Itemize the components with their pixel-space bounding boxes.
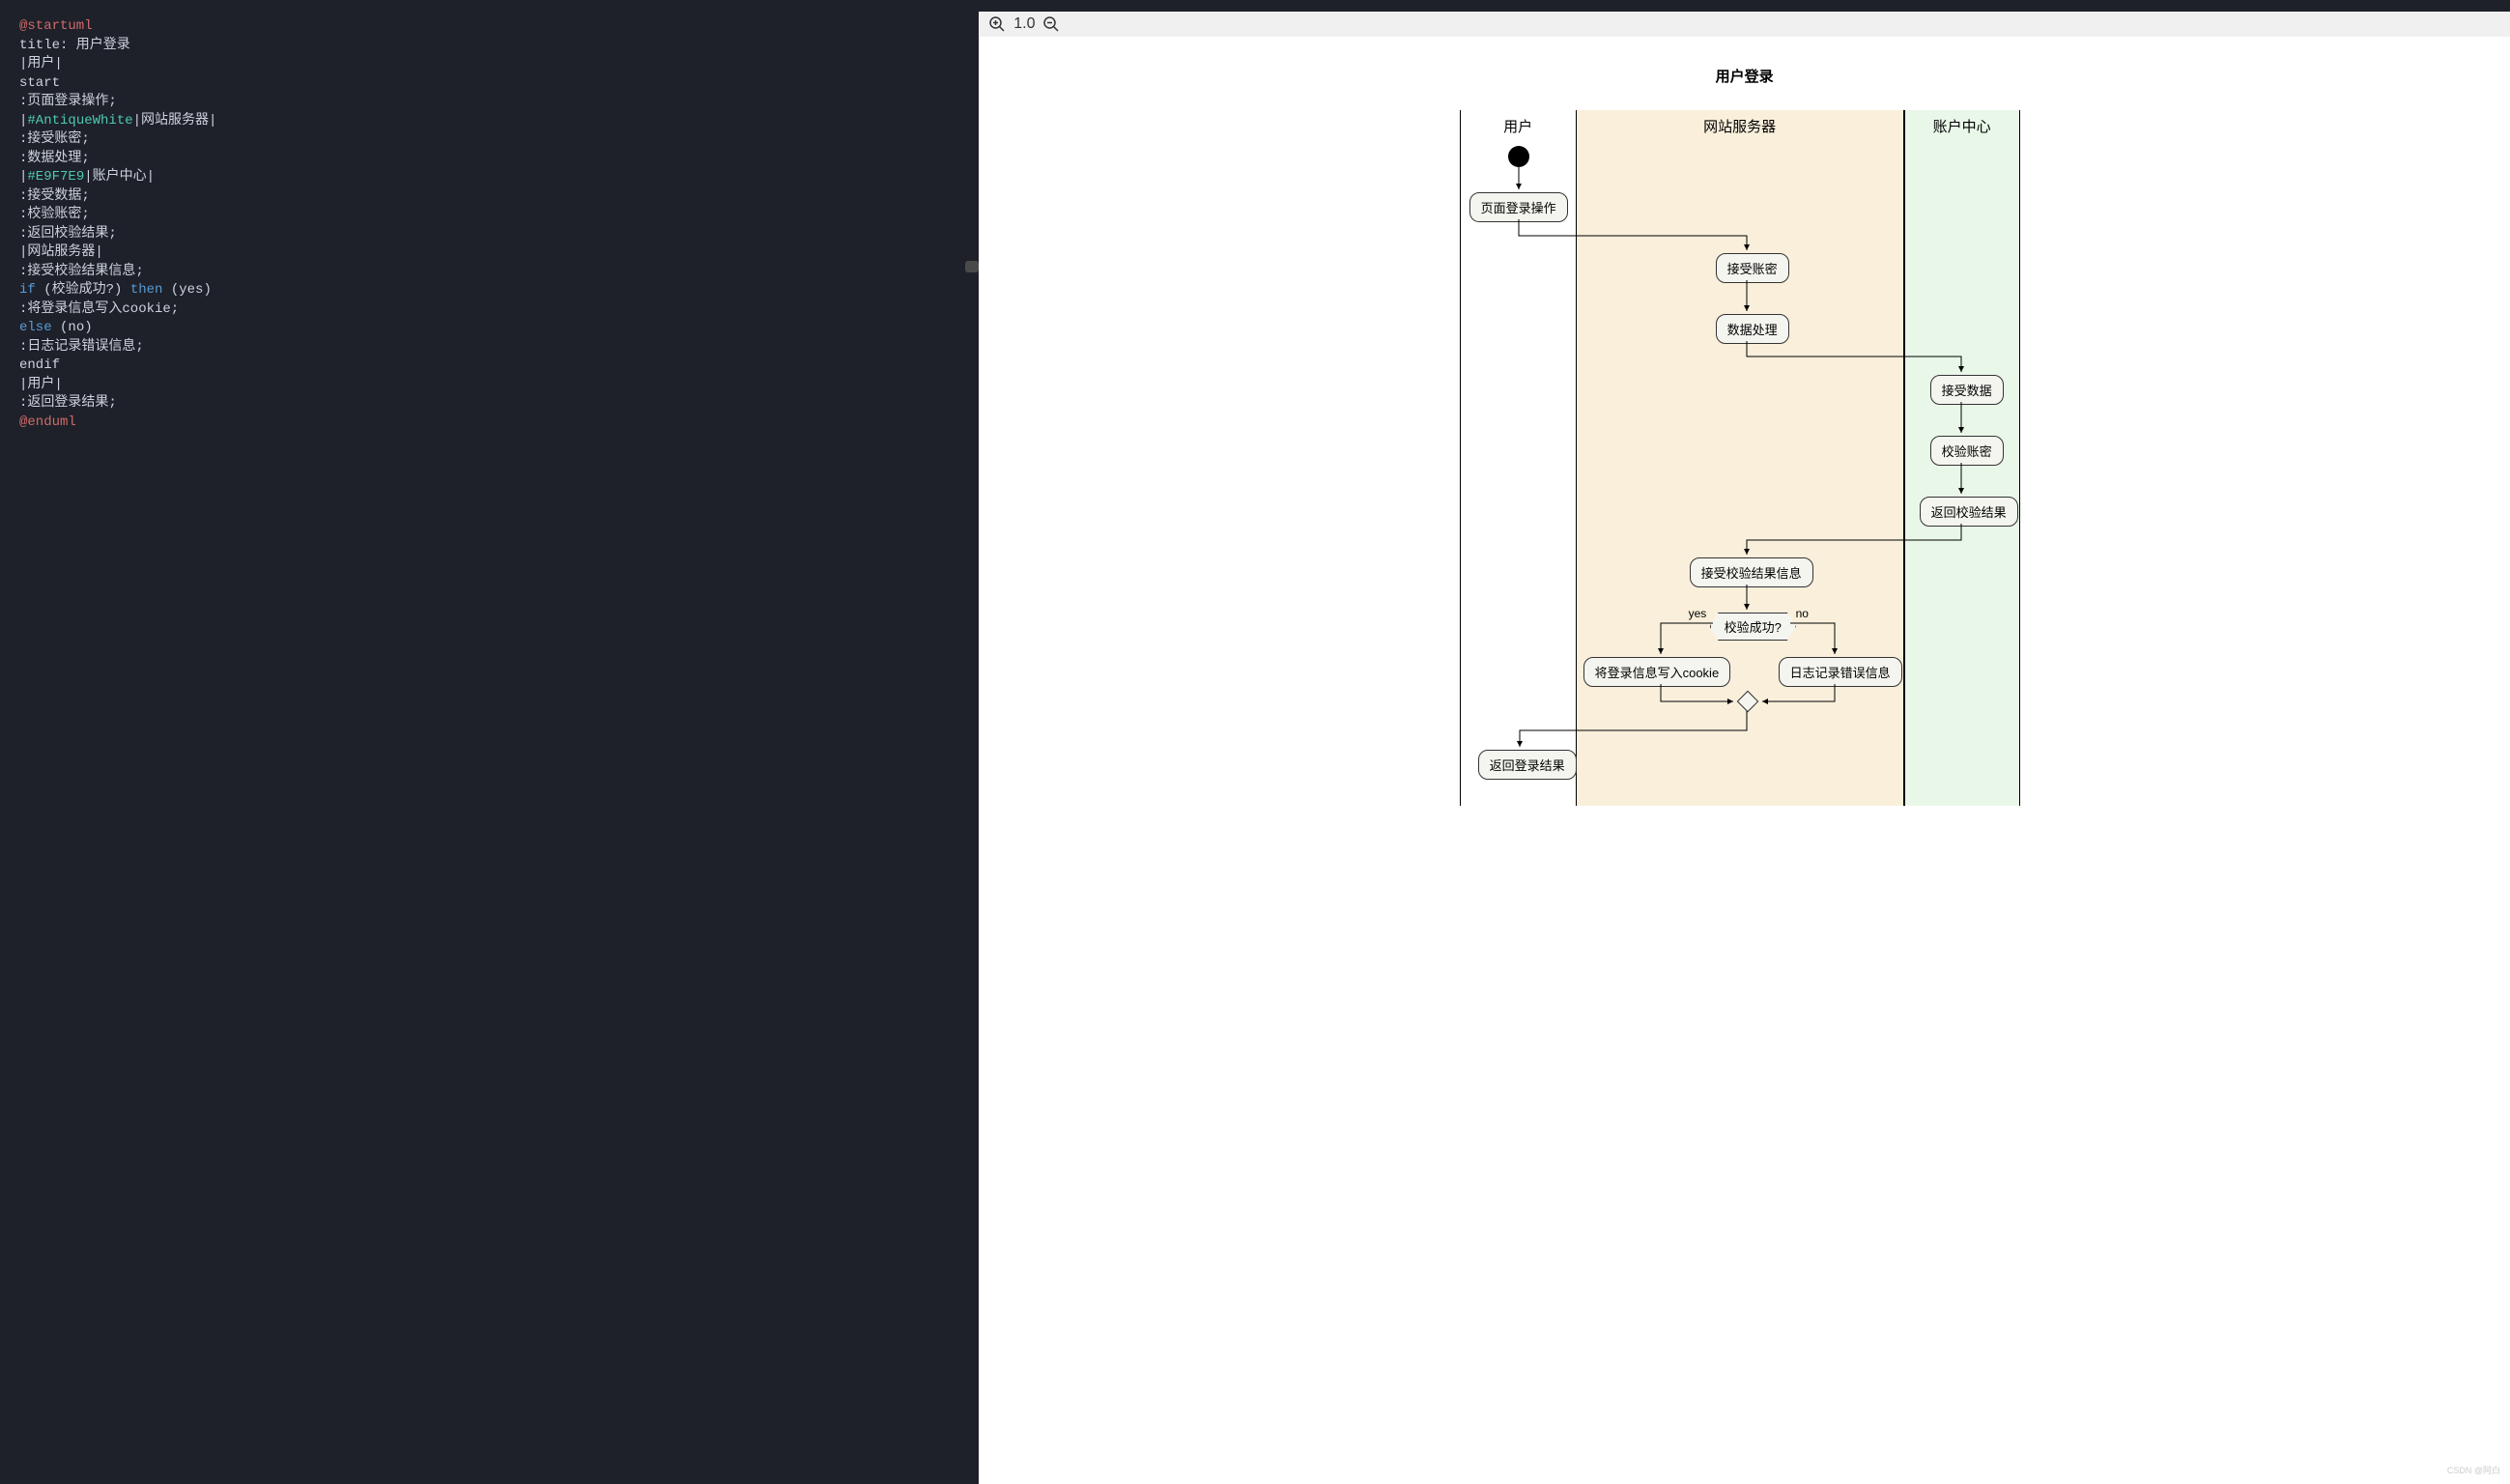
code-line[interactable]: |#E9F7E9|账户中心| xyxy=(19,168,959,187)
activity-node: 日志记录错误信息 xyxy=(1779,657,1902,687)
code-line[interactable]: :数据处理; xyxy=(19,150,959,169)
code-line[interactable]: else (no) xyxy=(19,319,959,338)
code-line[interactable]: @enduml xyxy=(19,414,959,433)
activity-node: 接受账密 xyxy=(1716,253,1789,283)
decision-node: 校验成功? xyxy=(1710,613,1796,641)
code-line[interactable]: if (校验成功?) then (yes) xyxy=(19,281,959,300)
code-line[interactable]: :接受数据; xyxy=(19,187,959,207)
swimlanes: 用户 网站服务器 账户中心 页面登录操作 接受账密 数据处理 接受数据 校验账密… xyxy=(1460,110,2030,806)
code-line[interactable]: :页面登录操作; xyxy=(19,93,959,112)
branch-yes: yes xyxy=(1689,607,1707,620)
code-line[interactable]: :将登录信息写入cookie; xyxy=(19,300,959,320)
activity-node: 接受校验结果信息 xyxy=(1690,557,1813,587)
code-line[interactable]: endif xyxy=(19,357,959,376)
code-line[interactable]: |用户| xyxy=(19,376,959,395)
activity-node: 数据处理 xyxy=(1716,314,1789,344)
diagram-viewport[interactable]: 用户登录 用户 网站服务器 账户中心 页面登录操作 接受账密 数据处理 接受数据… xyxy=(979,37,2510,1484)
code-line[interactable]: :接受账密; xyxy=(19,130,959,150)
code-line[interactable]: |用户| xyxy=(19,55,959,74)
lane-header-account: 账户中心 xyxy=(1905,110,2019,142)
watermark: CSDN @阿白 xyxy=(2447,1464,2500,1476)
code-line[interactable]: start xyxy=(19,74,959,94)
preview-pane: 1.0 用户登录 用户 网站服务器 账户中心 页面登录操作 接受账密 xyxy=(979,0,2510,1484)
code-line[interactable]: :返回校验结果; xyxy=(19,225,959,244)
zoom-in-icon[interactable] xyxy=(988,15,1006,33)
code-line[interactable]: |#AntiqueWhite|网站服务器| xyxy=(19,112,959,131)
activity-node: 将登录信息写入cookie xyxy=(1583,657,1731,687)
code-line[interactable]: title: 用户登录 xyxy=(19,37,959,56)
code-line[interactable]: :日志记录错误信息; xyxy=(19,338,959,357)
zoom-toolbar: 1.0 xyxy=(979,12,2510,37)
branch-no: no xyxy=(1796,607,1809,620)
activity-node: 返回校验结果 xyxy=(1920,497,2018,527)
lane-header-user: 用户 xyxy=(1461,110,1576,142)
code-line[interactable]: @startuml xyxy=(19,17,959,37)
activity-node: 返回登录结果 xyxy=(1478,750,1577,780)
code-editor[interactable]: @startumltitle: 用户登录|用户|start:页面登录操作;|#A… xyxy=(0,0,979,1484)
activity-node: 接受数据 xyxy=(1930,375,2004,405)
diagram-title: 用户登录 xyxy=(1460,66,2030,86)
code-line[interactable]: :返回登录结果; xyxy=(19,394,959,414)
zoom-value: 1.0 xyxy=(1013,15,1035,33)
editor-scrollbar[interactable] xyxy=(965,261,979,272)
code-line[interactable]: |网站服务器| xyxy=(19,243,959,263)
start-node xyxy=(1508,146,1529,167)
activity-node: 校验账密 xyxy=(1930,436,2004,466)
code-line[interactable]: :校验账密; xyxy=(19,206,959,225)
zoom-out-icon[interactable] xyxy=(1042,15,1060,33)
lane-header-server: 网站服务器 xyxy=(1577,110,1903,142)
activity-node: 页面登录操作 xyxy=(1469,192,1568,222)
top-bar xyxy=(979,0,2510,12)
code-line[interactable]: :接受校验结果信息; xyxy=(19,263,959,282)
